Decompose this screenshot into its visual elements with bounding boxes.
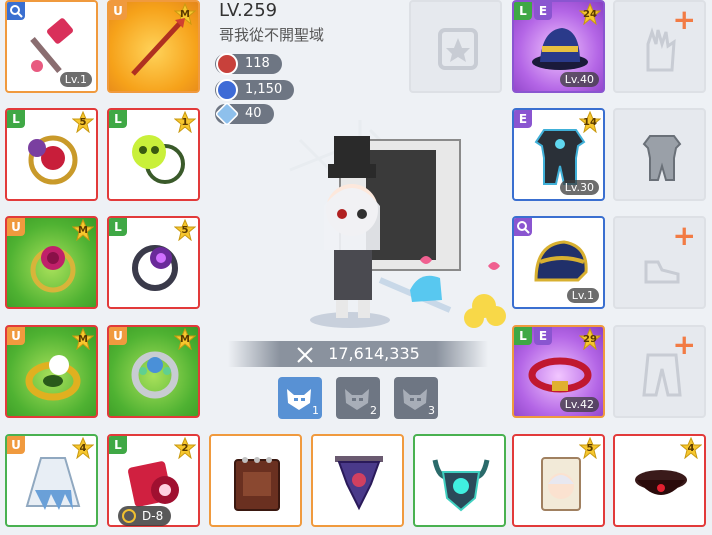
pants-placeholder-icon (642, 353, 682, 397)
mask-icon (287, 389, 311, 410)
stat-arcane-force: 1,150 (215, 79, 295, 101)
combat-power-bar: 17,614,335 (228, 341, 488, 367)
clock-icon (122, 509, 136, 523)
cape-icon (25, 457, 81, 510)
spear-weapon-icon (131, 18, 185, 76)
equip-slot-weapon-lv1[interactable]: Lv.1 (5, 0, 98, 93)
character-level: LV.259 (219, 0, 278, 21)
book-icon (234, 457, 280, 511)
equip-slot-shoulder[interactable]: Lv.1 (512, 216, 605, 309)
dark-ring-icon (132, 245, 178, 291)
equip-slot-badge[interactable] (413, 434, 506, 527)
ring-icon (28, 135, 78, 185)
gold-ring-icon (25, 355, 81, 401)
equip-slot-overall-preview[interactable] (613, 108, 706, 201)
preset-button-3[interactable]: 3 (394, 377, 438, 419)
skull-ring-icon (132, 135, 185, 184)
gloves-placeholder-icon (646, 27, 676, 72)
equip-slot-top[interactable]: E 14 Lv.30 (512, 108, 605, 201)
item-level: Lv.40 (559, 72, 599, 87)
shoes-placeholder-icon (644, 260, 680, 284)
equip-slot-cape[interactable]: U 4 (5, 434, 98, 527)
swords-icon (296, 346, 314, 364)
item-level: Lv.30 (559, 180, 599, 195)
equip-slot-ring-3[interactable]: U M (5, 216, 98, 309)
emblem-icon (335, 456, 383, 511)
stat-star-force: 118 (215, 53, 282, 75)
equip-slot-book[interactable] (209, 434, 302, 527)
crystal-icon (214, 101, 240, 127)
combat-power-value: 17,614,335 (328, 344, 420, 363)
rose-ring-icon (30, 246, 76, 293)
equip-slot-ring-6[interactable]: U M (107, 325, 200, 418)
potential-value: D-8 (142, 509, 164, 523)
equip-slot-empty-totem[interactable] (409, 0, 502, 93)
mask-icon (403, 389, 427, 410)
preset-button-1[interactable]: 1 (278, 377, 322, 419)
character-name: 哥我從不開聖域 (219, 26, 325, 44)
equip-slot-hat[interactable]: L E 24 Lv.40 (512, 0, 605, 93)
item-level: Lv.1 (59, 72, 92, 87)
silver-ring-icon (131, 351, 179, 399)
equip-slot-ring-1[interactable]: L 5 (5, 108, 98, 201)
equip-slot-empty-pants[interactable]: + (613, 325, 706, 418)
equip-slot-medal[interactable]: 5 (512, 434, 605, 527)
preset-button-2[interactable]: 2 (336, 377, 380, 419)
character-avatar (289, 120, 506, 328)
mask-icon (345, 389, 369, 410)
equip-slot-belt[interactable]: L E 29 Lv.42 (512, 325, 605, 418)
headband-icon (635, 470, 687, 495)
item-level: Lv.1 (566, 288, 599, 303)
blue-star-icon (216, 79, 238, 101)
equip-slot-headband[interactable]: 4 (613, 434, 706, 527)
stat-authentic-force: 40 (214, 101, 274, 127)
equip-slot-weapon[interactable]: U M (107, 0, 200, 93)
equip-slot-empty-gloves[interactable]: + (613, 0, 706, 93)
totem-placeholder-icon (438, 28, 478, 70)
equip-slot-empty-shoes[interactable]: + (613, 216, 706, 309)
equip-slot-ring-4[interactable]: L 5 (107, 216, 200, 309)
red-star-icon (216, 53, 238, 75)
item-level: Lv.42 (559, 397, 599, 412)
potential-tag: D-8 (118, 506, 172, 526)
equip-slot-ring-2[interactable]: L 1 (107, 108, 200, 201)
armor-placeholder-icon (642, 135, 682, 181)
name-tag-icon (541, 457, 581, 511)
horned-emblem-icon (432, 459, 490, 512)
equip-slot-emblem[interactable] (311, 434, 404, 527)
equip-slot-ring-5[interactable]: U M (5, 325, 98, 418)
